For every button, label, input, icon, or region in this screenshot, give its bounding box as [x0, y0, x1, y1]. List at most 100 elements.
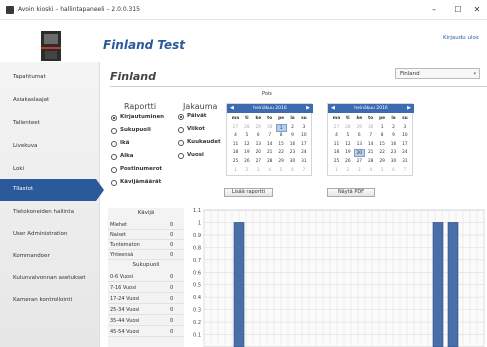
- calendar-day[interactable]: 11: [331, 141, 342, 149]
- calendar-day[interactable]: 9: [287, 132, 298, 140]
- location-select[interactable]: Finland ▾: [395, 68, 480, 79]
- calendar-day[interactable]: 6: [354, 132, 365, 140]
- calendar-day[interactable]: 17: [399, 141, 410, 149]
- calendar-day[interactable]: 2: [342, 167, 353, 175]
- calendar-day[interactable]: 1: [275, 123, 287, 132]
- calendar-day[interactable]: 1: [377, 124, 388, 132]
- calendar-day[interactable]: 7: [365, 132, 376, 140]
- calendar-day[interactable]: 24: [298, 149, 309, 157]
- calendar-day[interactable]: 23: [287, 149, 298, 157]
- calendar-day[interactable]: 29: [377, 158, 388, 166]
- calendar-day[interactable]: 31: [399, 158, 410, 166]
- calendar-day[interactable]: 22: [377, 149, 388, 157]
- calendar-day[interactable]: 17: [298, 141, 309, 149]
- calendar-day[interactable]: 26: [342, 158, 353, 166]
- calendar-day[interactable]: 5: [276, 167, 287, 175]
- calendar-day[interactable]: 24: [399, 149, 410, 157]
- calendar-day[interactable]: 2: [287, 124, 298, 132]
- calendar-day[interactable]: 25: [331, 158, 342, 166]
- calendar-day[interactable]: 8: [276, 132, 287, 140]
- start-date-calendar[interactable]: ◀ heinäkuu 2016 ▶ ma ti ke to pe la su 27 28 29 30…: [226, 103, 313, 176]
- calendar-day[interactable]: 10: [298, 132, 309, 140]
- calendar-day[interactable]: 1: [230, 167, 241, 175]
- calendar-day[interactable]: 7: [264, 132, 275, 140]
- calendar-day[interactable]: 18: [331, 149, 342, 157]
- calendar-day[interactable]: 5: [241, 132, 252, 140]
- calendar-day[interactable]: 10: [399, 132, 410, 140]
- calendar-day[interactable]: 18: [230, 149, 241, 157]
- calendar-day[interactable]: 9: [388, 132, 399, 140]
- calendar-day[interactable]: 22: [276, 149, 287, 157]
- calendar-day[interactable]: 31: [298, 158, 309, 166]
- calendar-day[interactable]: 13: [253, 141, 264, 149]
- end-date-calendar[interactable]: ◀ heinäkuu 2016 ▶ ma ti ke to pe la su 27 28 29 30…: [327, 103, 414, 176]
- close-button[interactable]: ✕: [467, 3, 487, 17]
- calendar-day[interactable]: 2: [388, 124, 399, 132]
- calendar-day[interactable]: 14: [264, 141, 275, 149]
- calendar-day[interactable]: 2: [241, 167, 252, 175]
- calendar-day[interactable]: 5: [342, 132, 353, 140]
- calendar-day[interactable]: 16: [388, 141, 399, 149]
- calendar-day[interactable]: 28: [342, 124, 353, 132]
- calendar-day[interactable]: 6: [388, 167, 399, 175]
- calendar-day[interactable]: 4: [264, 167, 275, 175]
- calendar-day[interactable]: 29: [253, 124, 264, 132]
- calendar-day[interactable]: 28: [241, 124, 252, 132]
- sidebar-item-computers[interactable]: Tietokoneiden hallinta: [0, 202, 100, 224]
- calendar-day[interactable]: 27: [331, 124, 342, 132]
- calendar-day[interactable]: 27: [230, 124, 241, 132]
- calendar-day[interactable]: 7: [298, 167, 309, 175]
- calendar-day[interactable]: 20: [353, 149, 365, 158]
- calendar-day[interactable]: 16: [287, 141, 298, 149]
- calendar-day[interactable]: 3: [298, 124, 309, 132]
- calendar-day[interactable]: 4: [365, 167, 376, 175]
- calendar-day[interactable]: 15: [377, 141, 388, 149]
- sidebar-item-recordings[interactable]: Tallenteet: [0, 113, 100, 135]
- calendar-day[interactable]: 30: [365, 124, 376, 132]
- calendar-day[interactable]: 27: [253, 158, 264, 166]
- show-pdf-button[interactable]: Näytä PDF: [327, 188, 375, 197]
- calendar-day[interactable]: 5: [377, 167, 388, 175]
- calendar-day[interactable]: 28: [264, 158, 275, 166]
- calendar-day[interactable]: 6: [253, 132, 264, 140]
- calendar-day[interactable]: 3: [354, 167, 365, 175]
- logout-link[interactable]: Kirjaudu ulos: [443, 35, 479, 41]
- calendar-day[interactable]: 27: [354, 158, 365, 166]
- calendar-day[interactable]: 30: [264, 124, 275, 132]
- minimize-button[interactable]: –: [424, 3, 444, 17]
- calendar-day[interactable]: 30: [287, 158, 298, 166]
- chevron-right-icon[interactable]: ▶: [306, 105, 310, 111]
- calendar-day[interactable]: 8: [377, 132, 388, 140]
- calendar-day[interactable]: 3: [253, 167, 264, 175]
- calendar-day[interactable]: 1: [331, 167, 342, 175]
- calendar-day[interactable]: 4: [230, 132, 241, 140]
- calendar-day[interactable]: 28: [365, 158, 376, 166]
- calendar-day[interactable]: 21: [264, 149, 275, 157]
- calendar-day[interactable]: 7: [399, 167, 410, 175]
- calendar-day[interactable]: 29: [276, 158, 287, 166]
- sidebar-item-log[interactable]: Loki: [0, 159, 100, 181]
- calendar-day[interactable]: 29: [354, 124, 365, 132]
- calendar-day[interactable]: 4: [331, 132, 342, 140]
- calendar-day[interactable]: 21: [365, 149, 376, 157]
- sidebar-item-events[interactable]: Tapahtumat: [0, 67, 100, 89]
- calendar-day[interactable]: 15: [276, 141, 287, 149]
- calendar-day[interactable]: 11: [230, 141, 241, 149]
- calendar-day[interactable]: 19: [241, 149, 252, 157]
- calendar-day[interactable]: 19: [342, 149, 353, 157]
- sidebar-item-statistics[interactable]: Tilastot: [0, 179, 104, 201]
- sidebar-item-commands[interactable]: Kommandoer: [0, 246, 100, 268]
- add-report-button[interactable]: Lisää raportti: [224, 188, 273, 197]
- calendar-day[interactable]: 6: [287, 167, 298, 175]
- calendar-day[interactable]: 14: [365, 141, 376, 149]
- chevron-right-icon[interactable]: ▶: [407, 105, 411, 111]
- calendar-day[interactable]: 12: [342, 141, 353, 149]
- sidebar-item-live-view[interactable]: Livekuva: [0, 136, 100, 158]
- calendar-day[interactable]: 13: [354, 141, 365, 149]
- calendar-day[interactable]: 12: [241, 141, 252, 149]
- calendar-day[interactable]: 20: [253, 149, 264, 157]
- sidebar-item-camera-control[interactable]: Kameran kontrollointi: [0, 290, 100, 312]
- sidebar-item-user-admin[interactable]: User Administration: [0, 224, 100, 246]
- calendar-day[interactable]: 25: [230, 158, 241, 166]
- calendar-day[interactable]: 30: [388, 158, 399, 166]
